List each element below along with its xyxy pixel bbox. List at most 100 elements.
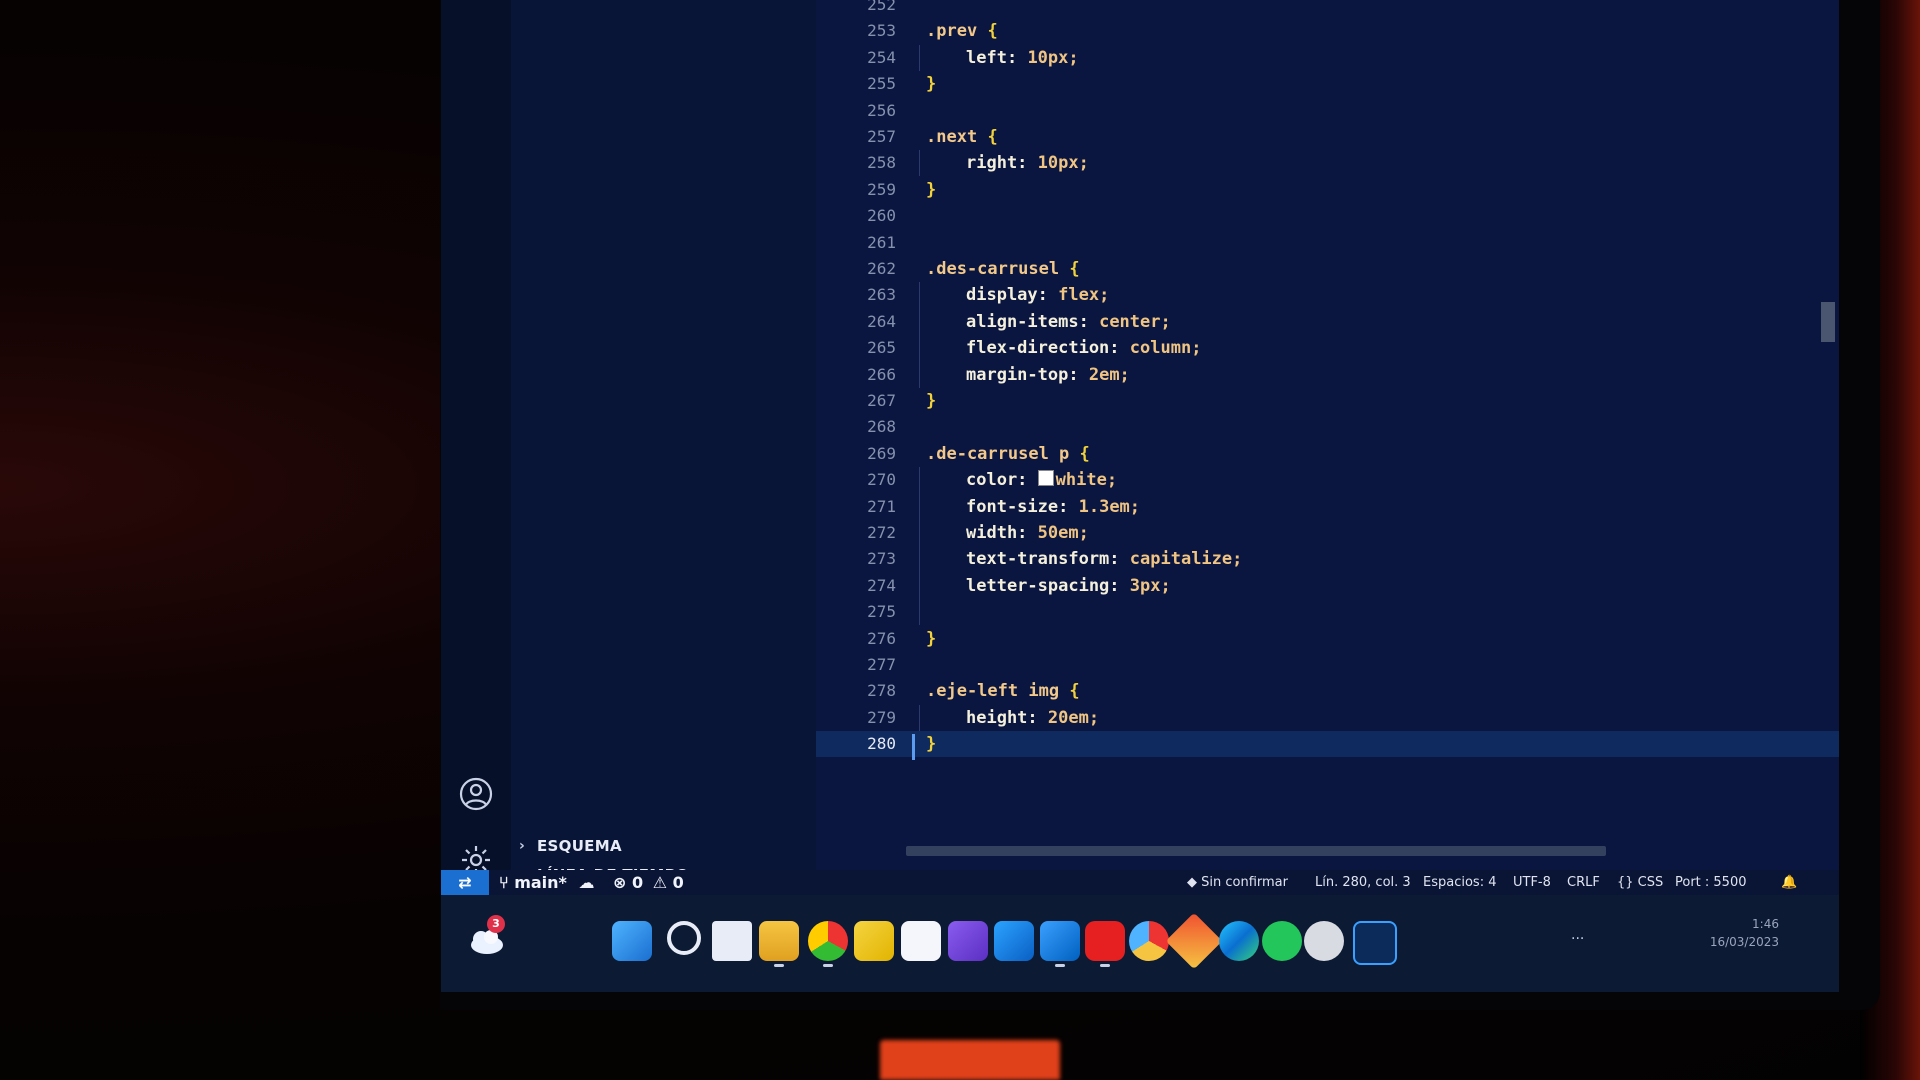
running-indicator bbox=[1100, 964, 1110, 967]
code-line[interactable]: 260 bbox=[816, 203, 1839, 229]
code-line[interactable]: 256 bbox=[816, 98, 1839, 124]
line-code: height: 20em; bbox=[966, 705, 1099, 731]
davinci-icon[interactable] bbox=[1129, 921, 1169, 961]
visual-studio-icon[interactable] bbox=[948, 921, 988, 961]
youtube-icon[interactable] bbox=[1085, 921, 1125, 967]
file-explorer-icon[interactable] bbox=[759, 921, 799, 967]
line-ending[interactable]: CRLF bbox=[1567, 870, 1600, 895]
line-number: 254 bbox=[867, 48, 896, 67]
line-code: color: white; bbox=[966, 467, 1117, 493]
code-line[interactable]: 258 right: 10px; bbox=[816, 150, 1839, 176]
line-number: 270 bbox=[867, 470, 896, 489]
code-line[interactable]: 274 letter-spacing: 3px; bbox=[816, 573, 1839, 599]
code-line[interactable]: 267} bbox=[816, 388, 1839, 414]
diamond-icon: ◆ bbox=[1187, 875, 1197, 890]
outlook-icon[interactable] bbox=[994, 921, 1034, 961]
task-view-icon[interactable] bbox=[712, 921, 752, 961]
code-line[interactable]: 266 margin-top: 2em; bbox=[816, 362, 1839, 388]
indent-guide bbox=[919, 150, 920, 176]
indentation[interactable]: Espacios: 4 bbox=[1423, 870, 1496, 895]
css-property: display: bbox=[966, 285, 1048, 305]
code-line[interactable]: 265 flex-direction: column; bbox=[816, 335, 1839, 361]
css-property: color: bbox=[966, 470, 1028, 490]
sync-cloud-icon: ☁ bbox=[578, 873, 595, 892]
line-number: 252 bbox=[867, 0, 896, 14]
notifications-bell-icon[interactable]: 🔔 bbox=[1781, 870, 1797, 895]
line-number: 259 bbox=[867, 180, 896, 199]
line-code: align-items: center; bbox=[966, 309, 1171, 335]
vertical-scrollbar[interactable] bbox=[1821, 302, 1835, 342]
account-icon[interactable] bbox=[458, 776, 494, 812]
code-line[interactable]: 271 font-size: 1.3em; bbox=[816, 494, 1839, 520]
code-line[interactable]: 276} bbox=[816, 626, 1839, 652]
microsoft-store-icon[interactable] bbox=[901, 921, 941, 961]
code-line[interactable]: 255} bbox=[816, 71, 1839, 97]
code-editor[interactable]: 252 253 .prev {254 left: 10px; 255} 256 257 .ne… bbox=[816, 0, 1839, 870]
outline-section[interactable]: › ESQUEMA bbox=[519, 833, 622, 859]
code-line[interactable]: 272 width: 50em; bbox=[816, 520, 1839, 546]
status-unconfirmed[interactable]: ◆ Sin confirmar bbox=[1187, 870, 1288, 895]
branch-indicator[interactable]: ⑂ main* ☁ bbox=[499, 870, 594, 895]
remote-indicator-icon[interactable]: ⇄ bbox=[441, 870, 489, 895]
css-value: 10px; bbox=[1027, 48, 1079, 68]
line-number: 255 bbox=[867, 74, 896, 93]
git-icon[interactable] bbox=[1165, 912, 1223, 970]
language-mode[interactable]: {} CSS bbox=[1617, 870, 1663, 895]
clock-date: 16/03/2023 bbox=[1709, 935, 1779, 949]
css-value: 1.3em; bbox=[1078, 497, 1141, 517]
code-line[interactable]: 253 .prev { bbox=[816, 18, 1839, 44]
code-line[interactable]: 262 .des-carrusel { bbox=[816, 256, 1839, 282]
whatsapp-icon[interactable] bbox=[1262, 921, 1302, 961]
code-line[interactable]: 278 .eje-left img { bbox=[816, 678, 1839, 704]
photoshop-icon[interactable] bbox=[1353, 921, 1397, 965]
running-indicator bbox=[823, 964, 833, 967]
code-line[interactable]: 263 display: flex; bbox=[816, 282, 1839, 308]
chrome-icon[interactable] bbox=[808, 921, 848, 967]
code-line[interactable]: 277 bbox=[816, 652, 1839, 678]
warning-count: 0 bbox=[672, 873, 684, 892]
code-line[interactable]: 259} bbox=[816, 177, 1839, 203]
code-line[interactable]: 254 left: 10px; bbox=[816, 45, 1839, 71]
code-line[interactable]: 261 bbox=[816, 230, 1839, 256]
line-code: flex-direction: column; bbox=[966, 335, 1201, 361]
chatgpt-icon[interactable] bbox=[1304, 921, 1344, 961]
code-line[interactable]: 252 bbox=[816, 0, 1839, 18]
horizontal-scrollbar[interactable] bbox=[906, 846, 1606, 856]
code-line[interactable]: 257 .next { bbox=[816, 124, 1839, 150]
line-number: 253 bbox=[867, 21, 896, 40]
code-line[interactable]: 280} bbox=[816, 731, 1839, 757]
css-selector: .prev bbox=[926, 21, 978, 41]
windows-start-icon[interactable] bbox=[612, 921, 652, 961]
code-line[interactable]: 273 text-transform: capitalize; bbox=[816, 546, 1839, 572]
encoding[interactable]: UTF-8 bbox=[1513, 870, 1551, 895]
code-line[interactable]: 268 bbox=[816, 414, 1839, 440]
weather-badge: 3 bbox=[487, 915, 505, 933]
system-clock[interactable]: 1:46 16/03/2023 bbox=[1710, 915, 1779, 951]
sticky-notes-icon[interactable] bbox=[854, 921, 894, 961]
edge-copilot-icon[interactable] bbox=[1219, 921, 1259, 961]
css-property: text-transform: bbox=[966, 549, 1120, 569]
code-line[interactable]: 275 bbox=[816, 599, 1839, 625]
line-number: 273 bbox=[867, 549, 896, 568]
line-number: 269 bbox=[867, 444, 896, 463]
line-number: 279 bbox=[867, 708, 896, 727]
problems-indicator[interactable]: ⊗ 0 ⚠ 0 bbox=[613, 870, 684, 895]
vscode-icon[interactable] bbox=[1040, 921, 1080, 967]
brace: } bbox=[926, 629, 937, 649]
cursor-position[interactable]: Lín. 280, col. 3 bbox=[1315, 870, 1411, 895]
search-icon[interactable] bbox=[667, 921, 701, 955]
line-number: 263 bbox=[867, 285, 896, 304]
code-line[interactable]: 279 height: 20em; bbox=[816, 705, 1839, 731]
code-line[interactable]: 270 color: white; bbox=[816, 467, 1839, 493]
tray-overflow-icon[interactable]: ··· bbox=[1571, 931, 1584, 947]
code-line[interactable]: 269 .de-carrusel p { bbox=[816, 441, 1839, 467]
css-property: right: bbox=[966, 153, 1028, 173]
code-line[interactable]: 264 align-items: center; bbox=[816, 309, 1839, 335]
line-code: .next { bbox=[926, 124, 998, 150]
brace: { bbox=[1069, 259, 1080, 279]
error-count: 0 bbox=[631, 873, 644, 892]
activity-bar: 1 bbox=[441, 0, 511, 895]
live-server-port[interactable]: Port : 5500 bbox=[1675, 870, 1747, 895]
css-property: width: bbox=[966, 523, 1028, 543]
color-swatch[interactable] bbox=[1037, 470, 1054, 486]
